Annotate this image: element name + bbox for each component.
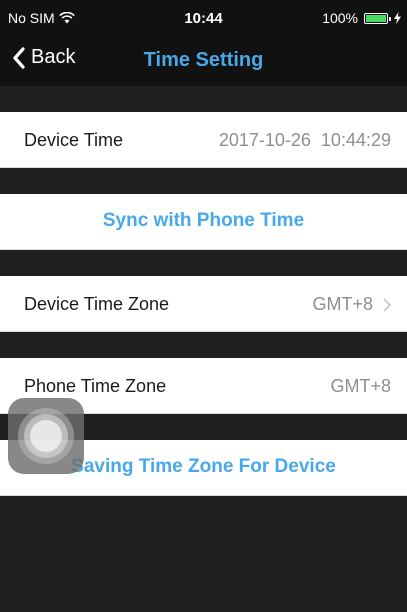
- battery-fill: [366, 14, 386, 22]
- device-time-zone-label: Device Time Zone: [24, 294, 170, 314]
- phone-time-zone-value: GMT+8: [330, 376, 391, 396]
- navigation-bar: Back Time Setting: [0, 36, 407, 86]
- assistive-touch-ring-inner: [30, 420, 62, 452]
- phone-time-zone-label: Phone Time Zone: [24, 376, 167, 396]
- page-title: Time Setting: [143, 49, 264, 71]
- status-bar: No SIM 10:44 100%: [0, 0, 407, 36]
- battery-icon: [364, 12, 391, 24]
- charging-bolt-icon: [394, 12, 401, 24]
- battery-percent: 100%: [322, 10, 358, 26]
- device-time-value: 2017-10-26 10:44:29: [218, 130, 391, 150]
- status-battery-group: 100%: [322, 10, 401, 26]
- time-setting-screen: No SIM 10:44 100% Back Time Setting Devi…: [0, 0, 407, 612]
- sync-button-label: Sync with Phone Time: [102, 210, 305, 231]
- device-time-label: Device Time: [24, 130, 124, 150]
- device-time-zone-row[interactable]: Device Time Zone GMT+8: [0, 276, 407, 332]
- device-time-zone-value: GMT+8: [312, 294, 373, 314]
- chevron-right-icon: [383, 297, 391, 312]
- battery-cap: [389, 16, 391, 21]
- device-time-row: Device Time 2017-10-26 10:44:29: [0, 112, 407, 168]
- device-time-zone-value-group: GMT+8: [312, 294, 391, 315]
- sync-with-phone-time-button[interactable]: Sync with Phone Time: [0, 194, 407, 250]
- assistive-touch-button[interactable]: [8, 398, 84, 474]
